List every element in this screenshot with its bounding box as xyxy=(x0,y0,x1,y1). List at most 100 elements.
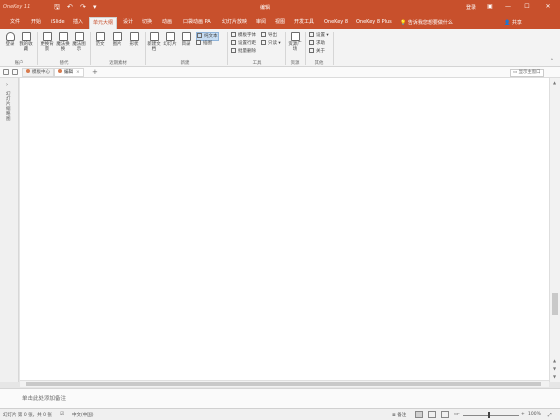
toc-button[interactable]: 目录 xyxy=(179,32,193,47)
fit-slide-icon[interactable]: ⤢ xyxy=(548,412,552,418)
export-button[interactable]: 导出 xyxy=(261,32,277,39)
settings-button[interactable]: 设置 ▾ xyxy=(309,32,329,39)
tab-onekey8-plus[interactable]: OneKey 8 Plus xyxy=(353,17,395,29)
add-tab-button[interactable]: + xyxy=(92,68,98,77)
notes-icon: ≣ xyxy=(392,413,396,418)
doc-tab-edit[interactable]: 编辑 × xyxy=(54,68,84,77)
tab-islide[interactable]: iSlide xyxy=(48,17,68,29)
scroll-up-icon[interactable]: ▲ xyxy=(553,358,556,363)
slide-canvas[interactable] xyxy=(20,78,549,380)
ribbon-tabs: 文件 开始 iSlide 插入 单元大纲 设计 切换 动画 口袋动画 PA 幻灯… xyxy=(0,15,560,29)
language-indicator[interactable]: 中文(中国) xyxy=(72,412,94,418)
scroll-up-icon[interactable]: ▲ xyxy=(553,80,556,85)
normal-view-icon[interactable] xyxy=(415,411,423,418)
picture-icon xyxy=(112,32,122,41)
lock-icon xyxy=(261,40,266,45)
scroll-down-icon[interactable]: ▼ xyxy=(553,374,556,379)
notes-toggle[interactable]: ≣ 备注 xyxy=(392,412,406,418)
favorites-icon xyxy=(21,32,31,41)
group-label-replace: 替代 xyxy=(59,61,69,66)
scroll-down-icon[interactable]: ▼ xyxy=(553,366,556,371)
resource-plaza-button[interactable]: 资源广场 xyxy=(288,32,302,52)
tab-file[interactable]: 文件 xyxy=(7,17,23,29)
tell-me-search[interactable]: 💡 告诉我您想要做什么 xyxy=(400,19,453,26)
magic-swap-button[interactable]: 魔法换换 xyxy=(56,32,70,52)
title-bar: OneKey 11 🖫 ↶ ↷ ▾ 编辑 登录 ▣ — ☐ ✕ xyxy=(0,0,560,15)
thumbnail-pane-label: 幻灯片缩略图 xyxy=(6,92,11,122)
open-folder-icon[interactable] xyxy=(12,69,18,75)
zoom-slider[interactable] xyxy=(463,415,519,416)
share-button[interactable]: 👤 共享 xyxy=(504,19,522,26)
slide-count: 幻灯片 第 0 张，共 0 张 xyxy=(3,413,52,418)
zoom-in-button[interactable]: + xyxy=(521,412,525,417)
tab-review[interactable]: 审阅 xyxy=(253,17,269,29)
magic-wand-icon xyxy=(58,32,68,41)
about-button[interactable]: 关于 xyxy=(309,48,325,55)
tab-animations[interactable]: 动画 xyxy=(159,17,175,29)
group-label-resource: 资源 xyxy=(290,61,300,66)
zoom-out-button[interactable]: - xyxy=(458,412,460,417)
close-button[interactable]: ✕ xyxy=(541,2,555,12)
batch-delete-button[interactable]: 批量删除 xyxy=(231,48,256,55)
template-font-button[interactable]: 模板字体 xyxy=(231,32,256,39)
read-only-button[interactable]: 只读 ▾ xyxy=(261,40,281,47)
tab-transitions[interactable]: 切换 xyxy=(139,17,155,29)
change-background-button[interactable]: 更换背景 xyxy=(40,32,54,52)
tab-pocket-animation[interactable]: 口袋动画 PA xyxy=(180,17,214,29)
slide-thumbnail-pane[interactable]: › 幻灯片缩略图 xyxy=(0,78,19,382)
tab-design[interactable]: 设计 xyxy=(120,17,136,29)
show-main-window-button[interactable]: ▭ 显示主窗口 xyxy=(510,69,544,77)
h-scrollbar-thumb[interactable] xyxy=(26,382,541,386)
my-favorites-button[interactable]: 我的收藏 xyxy=(19,32,33,52)
notes-placeholder: 单击此处添加备注 xyxy=(22,396,67,402)
reading-view-icon[interactable] xyxy=(441,411,449,418)
zoom-level[interactable]: 100% xyxy=(528,412,541,417)
scrollbar-thumb[interactable] xyxy=(552,293,558,315)
picture-button[interactable]: 图片 xyxy=(110,32,124,47)
new-file-icon[interactable] xyxy=(3,69,9,75)
group-label-new: 新建 xyxy=(180,61,190,66)
customize-icon[interactable]: ▾ xyxy=(93,2,97,12)
tab-unit-outline[interactable]: 单元大纲 xyxy=(89,17,118,29)
redo-icon[interactable]: ↷ xyxy=(80,2,86,12)
figure-icon xyxy=(196,40,201,45)
vertical-scrollbar[interactable]: ▲ ▲ ▼ ▼ xyxy=(549,78,560,382)
horizontal-scrollbar[interactable] xyxy=(20,380,549,387)
undo-icon[interactable]: ↶ xyxy=(67,2,73,12)
shape-button[interactable]: 形状 xyxy=(127,32,141,47)
magic-diagram-button[interactable]: 魔法图示 xyxy=(72,32,86,52)
zoom-slider-knob[interactable] xyxy=(488,412,490,418)
tab-view[interactable]: 视图 xyxy=(272,17,288,29)
group-label-other: 其他 xyxy=(314,61,324,66)
save-icon[interactable]: 🖫 xyxy=(54,2,60,12)
tab-developer[interactable]: 开发工具 xyxy=(291,17,317,29)
insert-figure-button[interactable]: 插图 xyxy=(196,40,212,47)
line-spacing-button[interactable]: 设置行距 xyxy=(231,40,256,47)
sorter-view-icon[interactable] xyxy=(428,411,436,418)
doc-tab-template-center[interactable]: 模板中心 xyxy=(22,68,54,77)
login-link[interactable]: 登录 xyxy=(466,4,476,11)
tab-insert[interactable]: 插入 xyxy=(70,17,86,29)
tab-home[interactable]: 开始 xyxy=(28,17,44,29)
maximize-button[interactable]: ☐ xyxy=(520,2,534,12)
new-slide-button[interactable]: 幻灯片 xyxy=(163,32,177,47)
expand-pane-icon[interactable]: › xyxy=(6,82,8,88)
document-title: 编辑 xyxy=(259,5,270,11)
spellcheck-icon[interactable]: ☑ xyxy=(60,412,64,417)
minimize-button[interactable]: — xyxy=(501,2,515,12)
collapse-ribbon-icon[interactable]: ⌃ xyxy=(550,59,554,65)
template-button[interactable]: 范文 xyxy=(93,32,107,47)
notes-pane[interactable]: 单击此处添加备注 xyxy=(0,388,560,408)
group-label-account: 账户 xyxy=(14,61,24,66)
login-button[interactable]: 登录 xyxy=(3,32,17,47)
group-label-recent: 近期素材 xyxy=(109,61,127,66)
tab-slideshow[interactable]: 幻灯片放映 xyxy=(219,17,250,29)
ribbon-display-icon[interactable]: ▣ xyxy=(483,2,497,12)
info-icon xyxy=(309,48,314,53)
document-tab-bar: 模板中心 编辑 × + ▭ 显示主窗口 xyxy=(0,67,560,78)
group-separator xyxy=(333,32,334,65)
help-button[interactable]: 求助 xyxy=(309,40,325,47)
new-document-button[interactable]: 新建文档 xyxy=(147,32,161,52)
close-tab-icon[interactable]: × xyxy=(76,70,80,75)
tab-onekey8[interactable]: OneKey 8 xyxy=(321,17,351,29)
